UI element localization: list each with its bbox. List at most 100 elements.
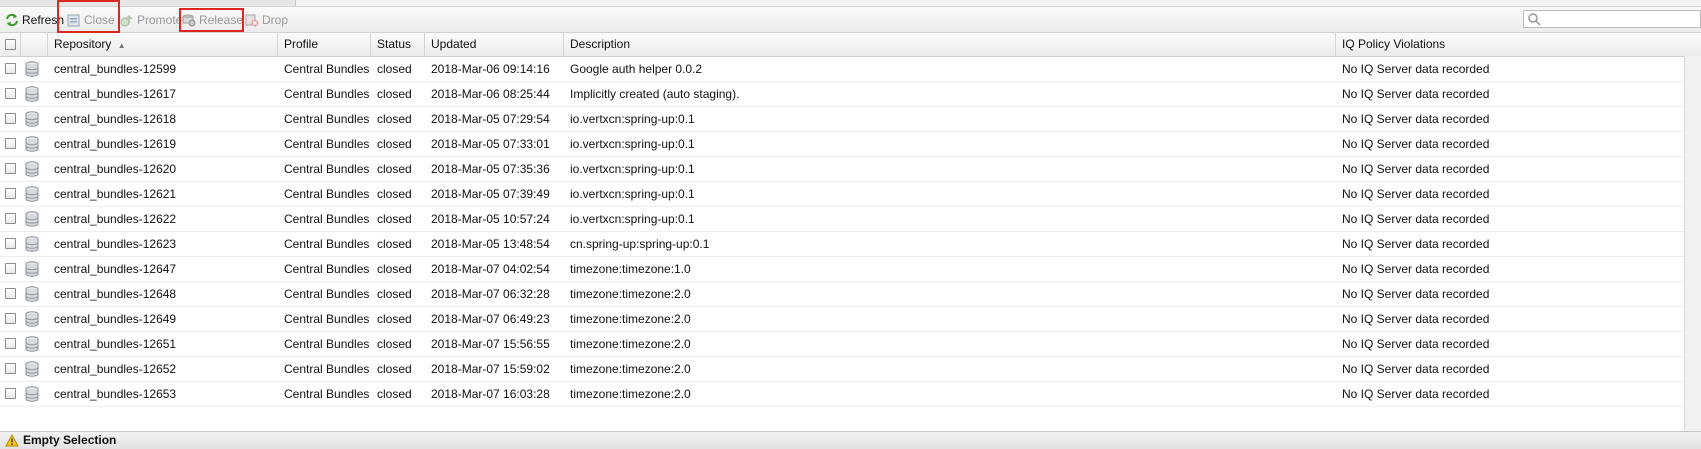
close-highlight-box: [57, 0, 120, 33]
repository-cell: central_bundles-12653: [54, 387, 177, 401]
table-row[interactable]: central_bundles-12619 Central Bundles clos…: [0, 132, 1701, 157]
header-status-label: Status: [377, 37, 412, 51]
row-checkbox[interactable]: [5, 213, 16, 224]
table-row[interactable]: central_bundles-12652 Central Bundles clos…: [0, 357, 1701, 382]
table-row[interactable]: central_bundles-12648 Central Bundles clos…: [0, 282, 1701, 307]
row-checkbox[interactable]: [5, 163, 16, 174]
description-cell: timezone:timezone:2.0: [570, 387, 691, 401]
updated-cell: 2018-Mar-05 07:29:54: [431, 112, 550, 126]
row-checkbox[interactable]: [5, 188, 16, 199]
iq-cell: No IQ Server data recorded: [1342, 387, 1490, 401]
iq-cell: No IQ Server data recorded: [1342, 262, 1490, 276]
search-input[interactable]: [1523, 10, 1701, 28]
refresh-icon: [5, 13, 19, 27]
updated-cell: 2018-Mar-07 04:02:54: [431, 262, 550, 276]
table-row[interactable]: central_bundles-12618 Central Bundles clos…: [0, 107, 1701, 132]
status-cell: closed: [377, 237, 412, 251]
status-cell: closed: [377, 337, 412, 351]
row-checkbox[interactable]: [5, 88, 16, 99]
profile-cell: Central Bundles: [284, 87, 370, 101]
profile-cell: Central Bundles: [284, 162, 370, 176]
repository-icon: [25, 211, 39, 227]
select-all-checkbox[interactable]: [5, 39, 16, 50]
status-cell: closed: [377, 312, 412, 326]
header-description-label: Description: [570, 37, 631, 51]
description-cell: timezone:timezone:1.0: [570, 262, 691, 276]
updated-cell: 2018-Mar-07 16:03:28: [431, 387, 550, 401]
profile-cell: Central Bundles: [284, 287, 370, 301]
row-checkbox[interactable]: [5, 388, 16, 399]
header-profile-label: Profile: [284, 37, 319, 51]
iq-cell: No IQ Server data recorded: [1342, 137, 1490, 151]
row-checkbox[interactable]: [5, 363, 16, 374]
grid-header: Repository ▲ Profile Status Updated Desc…: [0, 33, 1701, 57]
repository-icon: [25, 261, 39, 277]
promote-icon: [120, 13, 134, 27]
description-cell: timezone:timezone:2.0: [570, 362, 691, 376]
row-checkbox[interactable]: [5, 113, 16, 124]
search-icon: [1528, 13, 1541, 26]
header-status[interactable]: Status: [371, 33, 425, 56]
promote-button[interactable]: Promote: [120, 11, 182, 29]
repository-cell: central_bundles-12619: [54, 137, 177, 151]
row-checkbox[interactable]: [5, 138, 16, 149]
table-row[interactable]: central_bundles-12651 Central Bundles clos…: [0, 332, 1701, 357]
table-row[interactable]: central_bundles-12647 Central Bundles clos…: [0, 257, 1701, 282]
table-row[interactable]: central_bundles-12599 Central Bundles clos…: [0, 57, 1701, 82]
repository-icon: [25, 186, 39, 202]
repository-icon: [25, 286, 39, 302]
sort-asc-icon: ▲: [117, 41, 126, 50]
row-checkbox[interactable]: [5, 338, 16, 349]
iq-cell: No IQ Server data recorded: [1342, 212, 1490, 226]
table-row[interactable]: central_bundles-12621 Central Bundles clos…: [0, 182, 1701, 207]
drop-button[interactable]: Drop: [245, 11, 288, 29]
repository-cell: central_bundles-12647: [54, 262, 177, 276]
header-select-all[interactable]: [0, 33, 21, 56]
header-iq-policy-violations[interactable]: IQ Policy Violations: [1336, 33, 1701, 56]
refresh-button[interactable]: Refresh: [5, 11, 64, 29]
repository-icon: [25, 236, 39, 252]
row-checkbox[interactable]: [5, 313, 16, 324]
repository-icon: [25, 86, 39, 102]
header-updated[interactable]: Updated: [425, 33, 564, 56]
table-row[interactable]: central_bundles-12620 Central Bundles clos…: [0, 157, 1701, 182]
status-cell: closed: [377, 387, 412, 401]
table-row[interactable]: central_bundles-12649 Central Bundles clos…: [0, 307, 1701, 332]
updated-cell: 2018-Mar-05 07:33:01: [431, 137, 550, 151]
vertical-scrollbar[interactable]: [1684, 56, 1701, 431]
row-checkbox[interactable]: [5, 63, 16, 74]
header-repository[interactable]: Repository ▲: [48, 33, 278, 56]
profile-cell: Central Bundles: [284, 312, 370, 326]
row-checkbox[interactable]: [5, 288, 16, 299]
tab-stub[interactable]: [0, 0, 296, 6]
header-description[interactable]: Description: [564, 33, 1336, 56]
status-cell: closed: [377, 62, 412, 76]
status-cell: closed: [377, 187, 412, 201]
description-cell: Implicitly created (auto staging).: [570, 87, 740, 101]
description-cell: Google auth helper 0.0.2: [570, 62, 703, 76]
repository-cell: central_bundles-12648: [54, 287, 177, 301]
iq-cell: No IQ Server data recorded: [1342, 112, 1490, 126]
description-cell: timezone:timezone:2.0: [570, 287, 691, 301]
header-iq-label: IQ Policy Violations: [1342, 37, 1446, 51]
repository-cell: central_bundles-12620: [54, 162, 177, 176]
updated-cell: 2018-Mar-06 08:25:44: [431, 87, 550, 101]
profile-cell: Central Bundles: [284, 137, 370, 151]
profile-cell: Central Bundles: [284, 362, 370, 376]
table-row[interactable]: central_bundles-12653 Central Bundles clos…: [0, 382, 1701, 407]
row-checkbox[interactable]: [5, 263, 16, 274]
repository-icon: [25, 111, 39, 127]
profile-cell: Central Bundles: [284, 187, 370, 201]
table-row[interactable]: central_bundles-12617 Central Bundles clos…: [0, 82, 1701, 107]
iq-cell: No IQ Server data recorded: [1342, 287, 1490, 301]
description-cell: io.vertxcn:spring-up:0.1: [570, 137, 695, 151]
row-checkbox[interactable]: [5, 238, 16, 249]
updated-cell: 2018-Mar-07 06:32:28: [431, 287, 550, 301]
table-row[interactable]: central_bundles-12623 Central Bundles clos…: [0, 232, 1701, 257]
iq-cell: No IQ Server data recorded: [1342, 362, 1490, 376]
repository-icon: [25, 336, 39, 352]
header-profile[interactable]: Profile: [278, 33, 371, 56]
table-row[interactable]: central_bundles-12622 Central Bundles clos…: [0, 207, 1701, 232]
tab-strip: [0, 0, 1701, 7]
profile-cell: Central Bundles: [284, 337, 370, 351]
